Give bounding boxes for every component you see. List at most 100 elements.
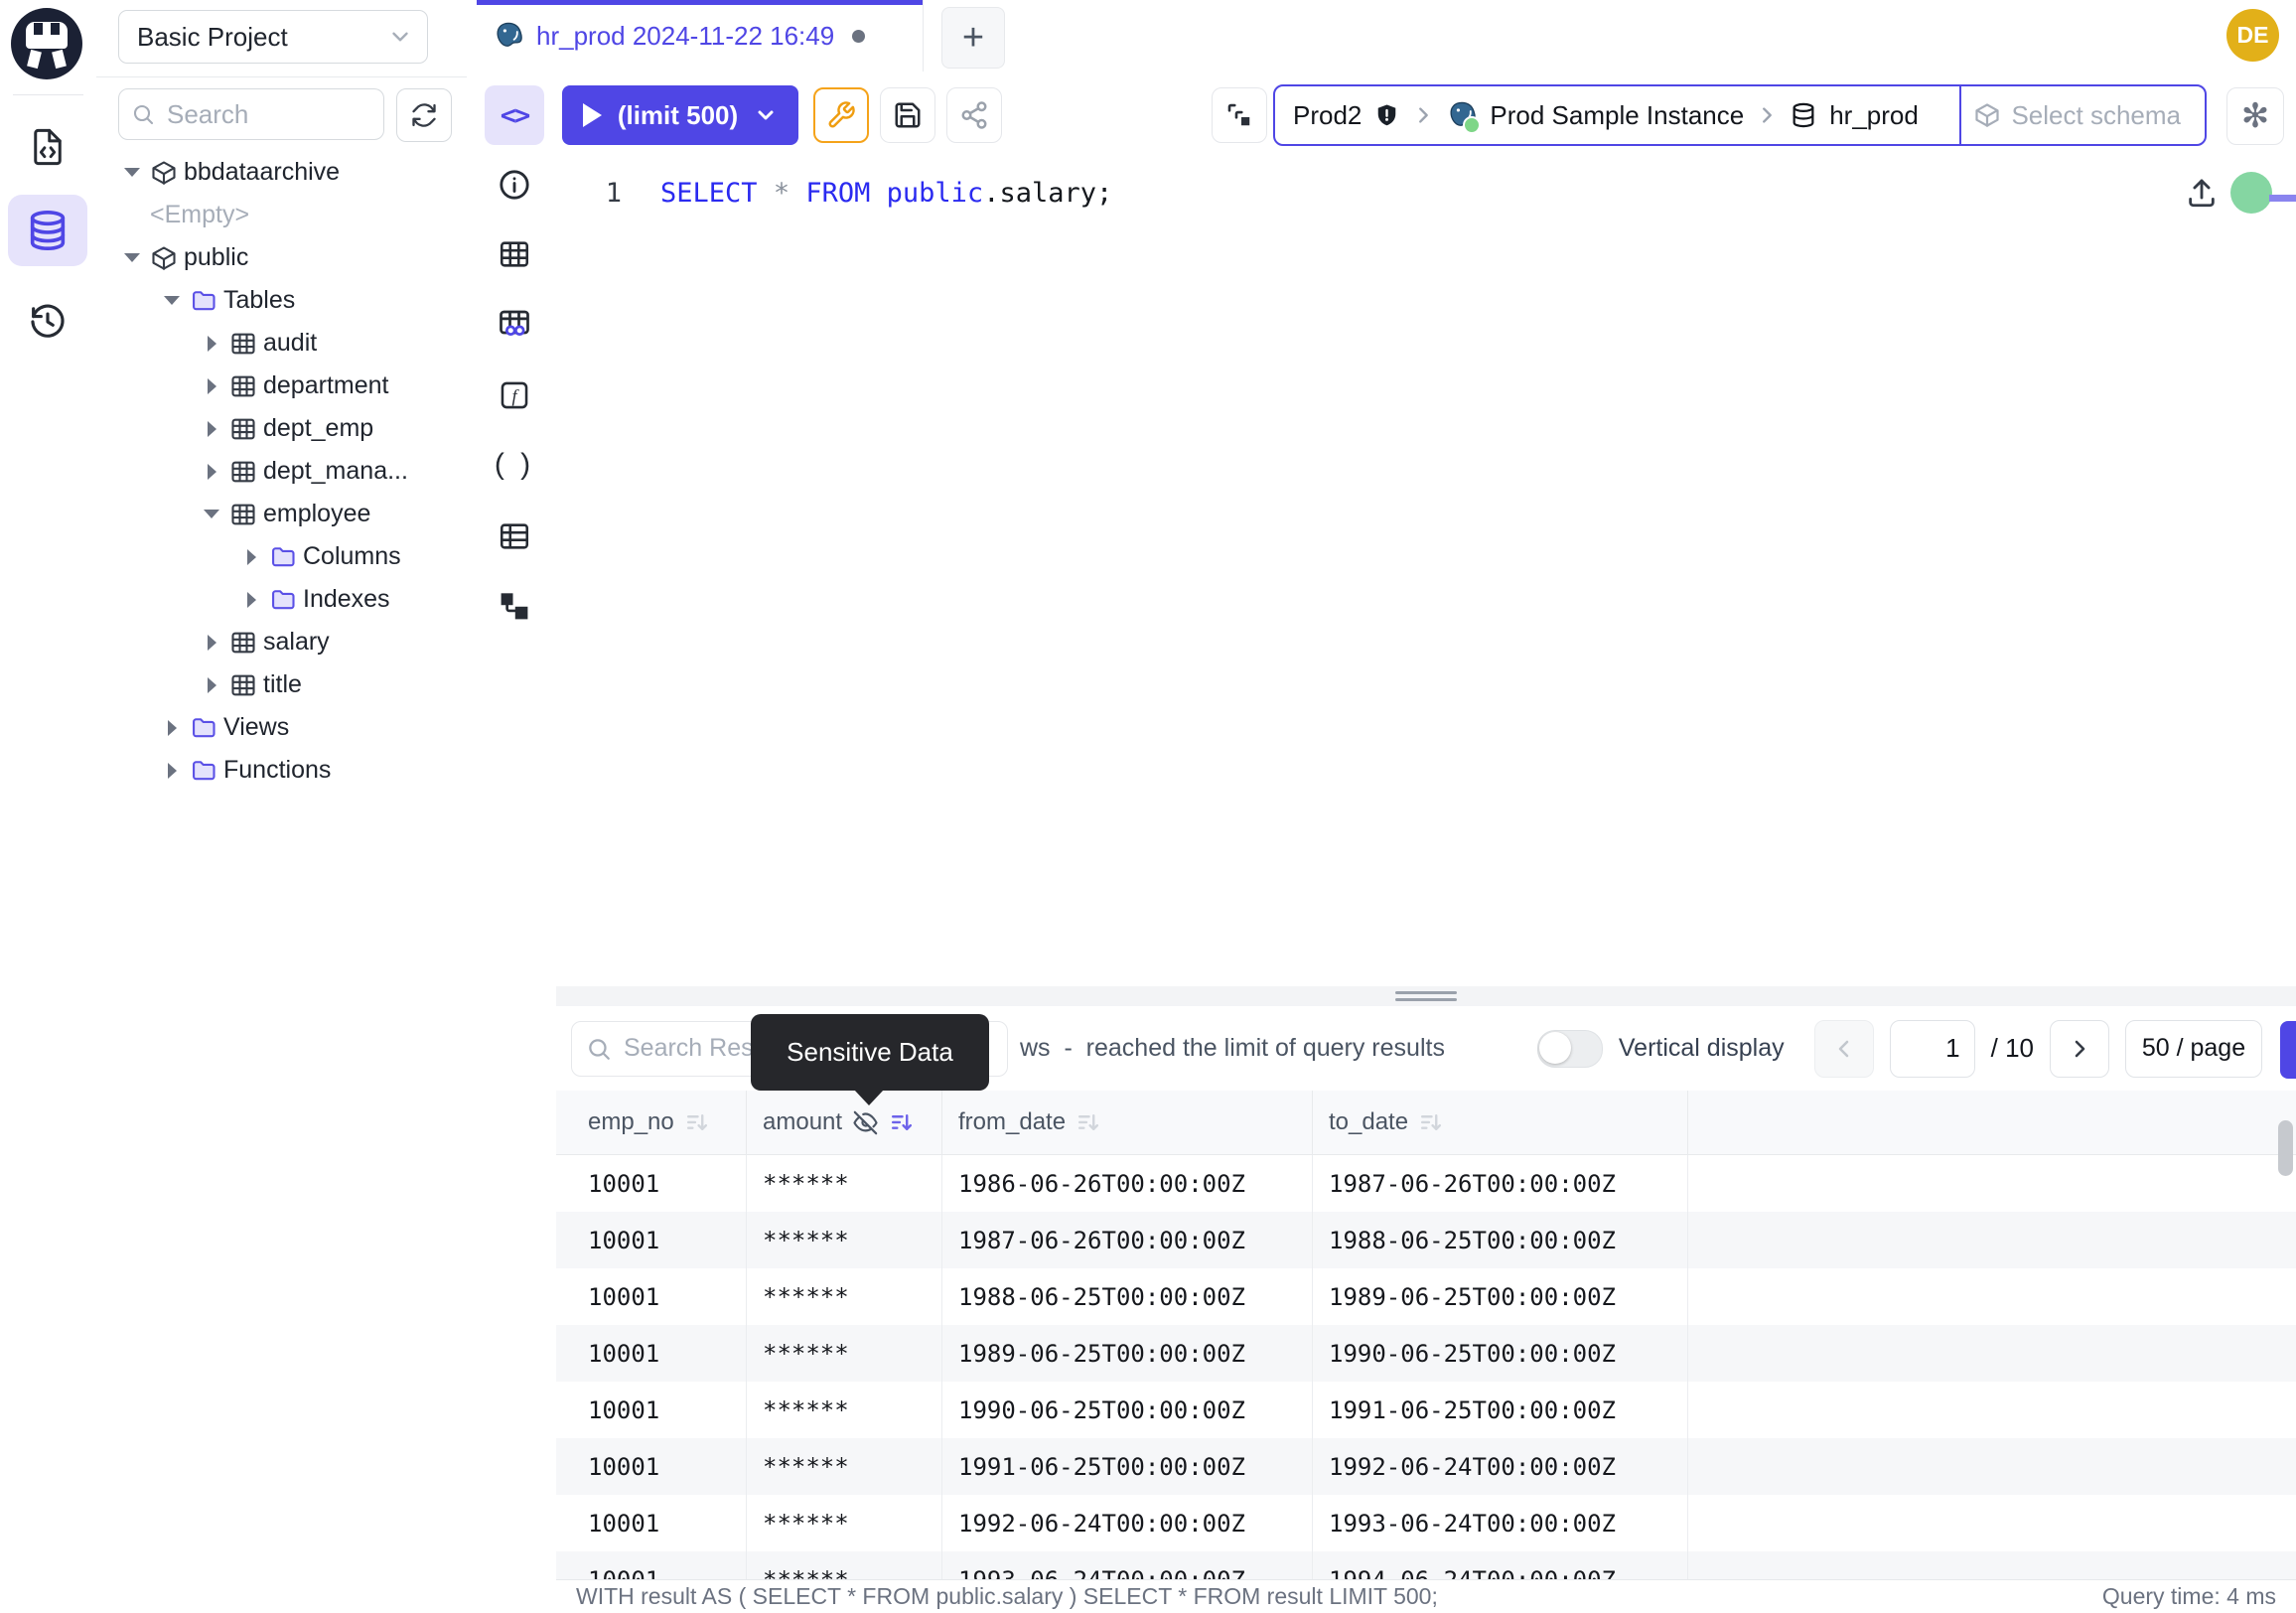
tree-item-tables[interactable]: Tables (96, 279, 465, 322)
sensitive-data-panel-button[interactable] (484, 296, 545, 352)
tree-item-audit[interactable]: audit (96, 322, 465, 365)
avatar[interactable]: DE (2226, 9, 2279, 62)
table-row[interactable]: 10001******1988-06-25T00:00:00Z1989-06-2… (556, 1268, 2296, 1325)
caret-right-icon[interactable] (160, 763, 184, 779)
table-cell: 1987-06-26T00:00:00Z (1313, 1155, 1688, 1212)
tree-item-department[interactable]: department (96, 365, 465, 407)
tree-item-indexes[interactable]: Indexes (96, 578, 465, 621)
toggle-knob (1539, 1032, 1571, 1064)
functions-panel-button[interactable]: f (484, 367, 545, 423)
caret-right-icon[interactable] (200, 677, 223, 693)
refresh-button[interactable] (396, 88, 452, 142)
info-button[interactable] (484, 157, 545, 213)
tree-item-public[interactable]: public (96, 236, 465, 279)
tree-item-title[interactable]: title (96, 663, 465, 706)
table-scrollbar-thumb[interactable] (2278, 1120, 2293, 1176)
table-row[interactable]: 10001******1993-06-24T00:00:00Z1994-06-2… (556, 1551, 2296, 1579)
tree-item-dept-mana[interactable]: dept_mana... (96, 450, 465, 493)
views-panel-button[interactable] (484, 509, 545, 564)
save-button[interactable] (880, 87, 935, 143)
table-row[interactable]: 10001******1987-06-26T00:00:00Z1988-06-2… (556, 1212, 2296, 1268)
parameters-panel-button[interactable]: ( ) (484, 437, 545, 493)
upload-icon[interactable] (2185, 176, 2219, 210)
table-cell-filler (1688, 1438, 2296, 1495)
caret-right-icon[interactable] (200, 378, 223, 394)
table-cell: ****** (747, 1212, 942, 1268)
worksheet-nav-button[interactable] (8, 111, 87, 183)
column-header-from_date[interactable]: from_date (942, 1091, 1313, 1154)
caret-right-icon[interactable] (160, 720, 184, 736)
tree-item-label: Columns (303, 542, 401, 571)
share-icon (959, 100, 989, 130)
tree-item-employee[interactable]: employee (96, 493, 465, 535)
sql-code-line[interactable]: SELECT * FROM public.salary; (660, 178, 1112, 209)
batch-query-button[interactable] (1212, 87, 1267, 143)
sort-icon[interactable] (889, 1110, 914, 1135)
tab-hr-prod[interactable]: hr_prod 2024-11-22 16:49 (477, 0, 924, 72)
sql-editor[interactable]: 1 SELECT * FROM public.salary; (556, 154, 2296, 986)
table-row[interactable]: 10001******1992-06-24T00:00:00Z1993-06-2… (556, 1495, 2296, 1551)
schema-select[interactable]: Select schema (1973, 100, 2187, 131)
column-header-to_date[interactable]: to_date (1313, 1091, 1688, 1154)
table-row[interactable]: 10001******1989-06-25T00:00:00Z1990-06-2… (556, 1325, 2296, 1382)
tree-item-empty[interactable]: <Empty> (96, 194, 465, 236)
search-input[interactable] (165, 98, 371, 131)
export-button[interactable] (2280, 1021, 2296, 1079)
caret-right-icon[interactable] (200, 464, 223, 480)
connection-breadcrumb[interactable]: Prod2 Prod Sample Instance (1273, 84, 2207, 146)
caret-right-icon[interactable] (239, 592, 263, 608)
chevron-down-icon[interactable] (754, 103, 778, 127)
query-time: Query time: 4 ms (2102, 1583, 2276, 1610)
table-row[interactable]: 10001******1986-06-26T00:00:00Z1987-06-2… (556, 1155, 2296, 1212)
tree-item-bbdataarchive[interactable]: bbdataarchive (96, 151, 465, 194)
vertical-display-label: Vertical display (1619, 1034, 1785, 1063)
page-size-select[interactable]: 50 / page (2125, 1020, 2262, 1078)
caret-down-icon[interactable] (160, 296, 184, 305)
sort-icon[interactable] (684, 1110, 709, 1135)
project-select[interactable]: Basic Project (118, 10, 428, 64)
batch-query-icon (1224, 100, 1254, 130)
caret-right-icon[interactable] (239, 549, 263, 565)
database-nav-button[interactable] (8, 195, 87, 266)
caret-right-icon[interactable] (200, 635, 223, 651)
new-tab-button[interactable]: + (941, 7, 1005, 69)
column-header-emp_no[interactable]: emp_no (556, 1091, 747, 1154)
tooltip-text: Sensitive Data (787, 1037, 953, 1068)
eye-off-icon[interactable] (852, 1109, 879, 1136)
tree-item-views[interactable]: Views (96, 706, 465, 749)
bytebase-logo[interactable] (11, 8, 82, 79)
schema-diagram-button[interactable] (484, 578, 545, 634)
table-cell-filler (1688, 1495, 2296, 1551)
table-row[interactable]: 10001******1990-06-25T00:00:00Z1991-06-2… (556, 1382, 2296, 1438)
table-cell: 1991-06-25T00:00:00Z (1313, 1382, 1688, 1438)
search-icon (131, 102, 155, 126)
table-icon (229, 330, 257, 358)
caret-down-icon[interactable] (200, 510, 223, 518)
tree-item-functions[interactable]: Functions (96, 749, 465, 792)
next-page-button[interactable] (2050, 1020, 2109, 1078)
caret-down-icon[interactable] (120, 253, 144, 262)
tree-item-columns[interactable]: Columns (96, 535, 465, 578)
table-row[interactable]: 10001******1991-06-25T00:00:00Z1992-06-2… (556, 1438, 2296, 1495)
tree-item-dept-emp[interactable]: dept_emp (96, 407, 465, 450)
ai-assistant-button[interactable]: ✻ (2226, 87, 2284, 145)
caret-right-icon[interactable] (200, 336, 223, 352)
prev-page-button[interactable] (1814, 1020, 1874, 1078)
sort-icon[interactable] (1418, 1110, 1443, 1135)
page-number-input[interactable] (1890, 1020, 1975, 1078)
sort-icon[interactable] (1076, 1110, 1100, 1135)
code-panel-toggle[interactable]: <> (485, 85, 544, 145)
tables-panel-button[interactable] (484, 226, 545, 282)
tree-item-salary[interactable]: salary (96, 621, 465, 663)
caret-down-icon[interactable] (120, 168, 144, 177)
tree-item-label: department (263, 371, 388, 400)
panel-resize-handle[interactable] (556, 986, 2296, 1006)
history-nav-button[interactable] (8, 286, 87, 358)
share-button[interactable] (946, 87, 1002, 143)
format-sql-button[interactable] (813, 87, 869, 143)
run-query-button[interactable]: (limit 500) (562, 85, 798, 145)
caret-right-icon[interactable] (200, 421, 223, 437)
sidebar-search[interactable] (118, 88, 384, 140)
column-header-amount[interactable]: amount (747, 1091, 942, 1154)
vertical-display-toggle[interactable] (1537, 1030, 1603, 1068)
